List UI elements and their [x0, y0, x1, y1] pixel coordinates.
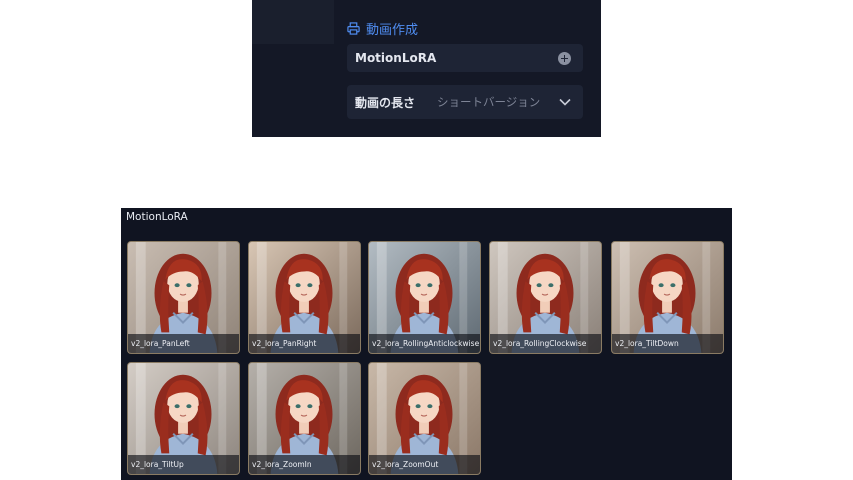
video-length-value[interactable]: ショートバージョン [437, 94, 559, 110]
gallery-title: MotionLoRA [126, 211, 188, 223]
printer-icon [347, 21, 360, 35]
thumbnail-label: v2_lora_TiltUp [128, 455, 239, 474]
section-title: 動画作成 [366, 22, 419, 38]
motion-lora-row[interactable]: MotionLoRA [347, 44, 583, 72]
motion-lora-thumbnail[interactable]: v2_lora_ZoomIn [248, 362, 361, 475]
thumbnail-label: v2_lora_ZoomOut [369, 455, 480, 474]
motion-lora-label: MotionLoRA [355, 51, 437, 65]
section-header: 動画作成 [347, 18, 418, 38]
motion-lora-thumbnail[interactable]: v2_lora_TiltUp [127, 362, 240, 475]
motion-lora-gallery: MotionLoRA v2_lora_PanLeft v2_lora_PanRig… [121, 208, 732, 480]
motion-lora-thumbnail[interactable]: v2_lora_RollingClockwise [489, 241, 602, 354]
motion-lora-thumbnail[interactable]: v2_lora_PanLeft [127, 241, 240, 354]
motion-lora-thumbnail[interactable]: v2_lora_ZoomOut [368, 362, 481, 475]
thumbnail-label: v2_lora_TiltDown [612, 334, 723, 353]
thumbnail-label: v2_lora_RollingClockwise [490, 334, 601, 353]
video-length-select[interactable]: 動画の長さ ショートバージョン [347, 85, 583, 119]
thumbnail-label: v2_lora_PanLeft [128, 334, 239, 353]
thumbnail-label: v2_lora_RollingAnticlockwise [369, 334, 480, 353]
sidebar-strip [252, 0, 334, 44]
plus-circle-icon[interactable] [558, 51, 571, 65]
thumbnail-label: v2_lora_PanRight [249, 334, 360, 353]
chevron-down-icon[interactable] [559, 98, 571, 106]
video-length-label: 動画の長さ [355, 95, 416, 110]
motion-lora-thumbnail[interactable]: v2_lora_PanRight [248, 241, 361, 354]
motion-lora-thumbnail[interactable]: v2_lora_RollingAnticlockwise [368, 241, 481, 354]
motion-lora-thumbnail[interactable]: v2_lora_TiltDown [611, 241, 724, 354]
video-creation-panel: 動画作成 MotionLoRA 動画の長さ ショートバージョン [252, 0, 601, 137]
thumbnail-label: v2_lora_ZoomIn [249, 455, 360, 474]
